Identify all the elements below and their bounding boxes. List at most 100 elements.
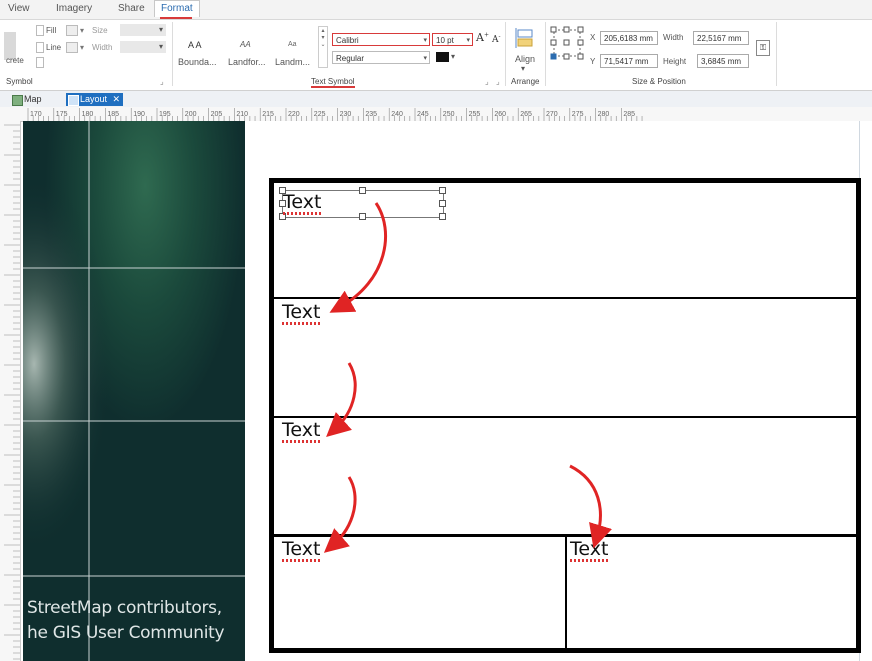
gallery-item-boundary[interactable]: Bounda... [178, 57, 217, 67]
y-position-field[interactable]: 71,5417 mm [600, 54, 658, 68]
font-size-dropdown[interactable]: 10 pt ▾ [432, 33, 473, 46]
ruler-label: 265 [520, 111, 532, 118]
view-tab-bar: Map Layout ✕ [0, 91, 872, 108]
dialog-launcher-icon[interactable]: ⌟ [160, 77, 164, 86]
line-label: Line [46, 43, 62, 52]
ruler-label: 220 [288, 111, 300, 118]
gallery-item-landmark[interactable]: Landm... [275, 57, 310, 67]
font-color-swatch[interactable] [436, 52, 449, 62]
ruler-label: 270 [546, 111, 558, 118]
width-field[interactable]: 22,5167 mm [693, 31, 749, 45]
ruler-label: 280 [598, 111, 610, 118]
spin-icon[interactable] [36, 42, 44, 53]
height-field[interactable]: 3,6845 mm [697, 54, 749, 68]
gallery-preview-landform: AA [240, 40, 251, 49]
text-symbol-underline [311, 86, 355, 88]
align-icon[interactable] [515, 27, 535, 49]
map-credit-line-2: he GIS User Community [27, 623, 225, 643]
font-style-dropdown[interactable]: Regular ▾ [332, 51, 430, 64]
line-swatch[interactable] [66, 42, 78, 53]
width-label: Width [92, 43, 113, 52]
text-element[interactable]: Text [282, 301, 321, 325]
gallery-scroll[interactable]: ▴ ▾ ⌄ [318, 26, 328, 68]
tab-imagery[interactable]: Imagery [56, 3, 92, 14]
anchor-point-icon[interactable] [550, 26, 584, 60]
gallery-preview-landmark: Aa [288, 41, 297, 48]
shrink-font-button[interactable]: A- [492, 33, 501, 45]
tab-layout-label: Layout [80, 94, 108, 104]
crete-label: crete [6, 56, 24, 65]
map-imagery [23, 121, 245, 661]
ruler-label: 285 [623, 111, 635, 118]
tab-map-label: Map [24, 94, 42, 104]
text-symbol-group-label: Text Symbol [311, 77, 355, 86]
resize-handle[interactable] [439, 200, 446, 207]
ruler-label: 235 [365, 111, 377, 118]
ruler-label: 170 [30, 111, 42, 118]
resize-handle[interactable] [439, 213, 446, 220]
group-divider [505, 22, 506, 86]
close-icon[interactable]: ✕ [112, 93, 120, 106]
ruler-label: 275 [572, 111, 584, 118]
size-input[interactable]: ▾ [120, 24, 166, 36]
chevron-down-icon[interactable]: ▾ [80, 26, 84, 35]
spin-icon[interactable] [36, 57, 44, 68]
width-input[interactable]: ▾ [120, 41, 166, 53]
ruler-label: 175 [56, 111, 68, 118]
ruler-label: 205 [211, 111, 223, 118]
fill-swatch[interactable] [66, 25, 78, 36]
table-column-divider [565, 534, 567, 648]
group-divider [776, 22, 777, 86]
layout-page[interactable]: Text Text Text Text Text [245, 121, 872, 661]
fill-label: Fill [46, 26, 57, 35]
x-label: X [590, 33, 596, 42]
resize-handle[interactable] [439, 187, 446, 194]
dialog-launcher-icon[interactable]: ⌟ [485, 77, 489, 86]
ruler-label: 230 [340, 111, 352, 118]
gallery-item-landform[interactable]: Landfor... [228, 57, 266, 67]
ruler-label: 240 [391, 111, 403, 118]
map-credit-line-1: StreetMap contributors, [27, 598, 222, 618]
ruler-label: 180 [82, 111, 94, 118]
ruler-label: 190 [133, 111, 145, 118]
tab-view[interactable]: View [8, 3, 30, 14]
group-divider [172, 22, 173, 86]
map-frame[interactable]: StreetMap contributors, he GIS User Comm… [23, 121, 245, 661]
table-divider [274, 297, 861, 299]
tab-share[interactable]: Share [118, 3, 145, 14]
tab-format[interactable]: Format [154, 0, 200, 17]
text-element[interactable]: Text [570, 538, 609, 562]
resize-handle[interactable] [359, 187, 366, 194]
chevron-down-icon[interactable]: ▾ [80, 43, 84, 52]
ribbon-tab-bar: View Imagery Share Format [0, 0, 872, 20]
lock-aspect-icon[interactable]: ⚿ [756, 40, 770, 56]
width-label: Width [663, 33, 684, 42]
layout-icon [68, 95, 79, 106]
ruler-label: 225 [314, 111, 326, 118]
tab-layout[interactable]: Layout ✕ [66, 93, 124, 106]
text-element[interactable]: Text [282, 419, 321, 443]
ruler-label: 210 [236, 111, 248, 118]
font-name-dropdown[interactable]: Calibri ▾ [332, 33, 430, 46]
x-position-field[interactable]: 205,6183 mm [600, 31, 658, 45]
ruler-label: 260 [494, 111, 506, 118]
spin-icon[interactable] [36, 25, 44, 36]
ruler-label: 200 [185, 111, 197, 118]
text-element[interactable]: Text [282, 538, 321, 562]
table-divider [274, 534, 861, 537]
horizontal-ruler: 170 175 180 185 190 195 200 205 210 215 220 225 230 2… [0, 107, 872, 122]
align-button[interactable]: Align [515, 54, 535, 64]
ruler-label: 250 [443, 111, 455, 118]
vertical-ruler [0, 121, 21, 661]
table-divider [274, 416, 861, 418]
arrange-group-label: Arrange [511, 77, 540, 86]
chevron-down-icon[interactable]: ▾ [451, 52, 455, 61]
ruler-label: 215 [262, 111, 274, 118]
resize-handle[interactable] [359, 213, 366, 220]
grow-font-button[interactable]: A+ [476, 31, 489, 44]
tab-map[interactable]: Map [10, 93, 46, 106]
dialog-launcher-icon[interactable]: ⌟ [496, 77, 500, 86]
ruler-label: 255 [469, 111, 481, 118]
height-label: Height [663, 57, 687, 66]
text-element[interactable]: Text [283, 191, 322, 215]
